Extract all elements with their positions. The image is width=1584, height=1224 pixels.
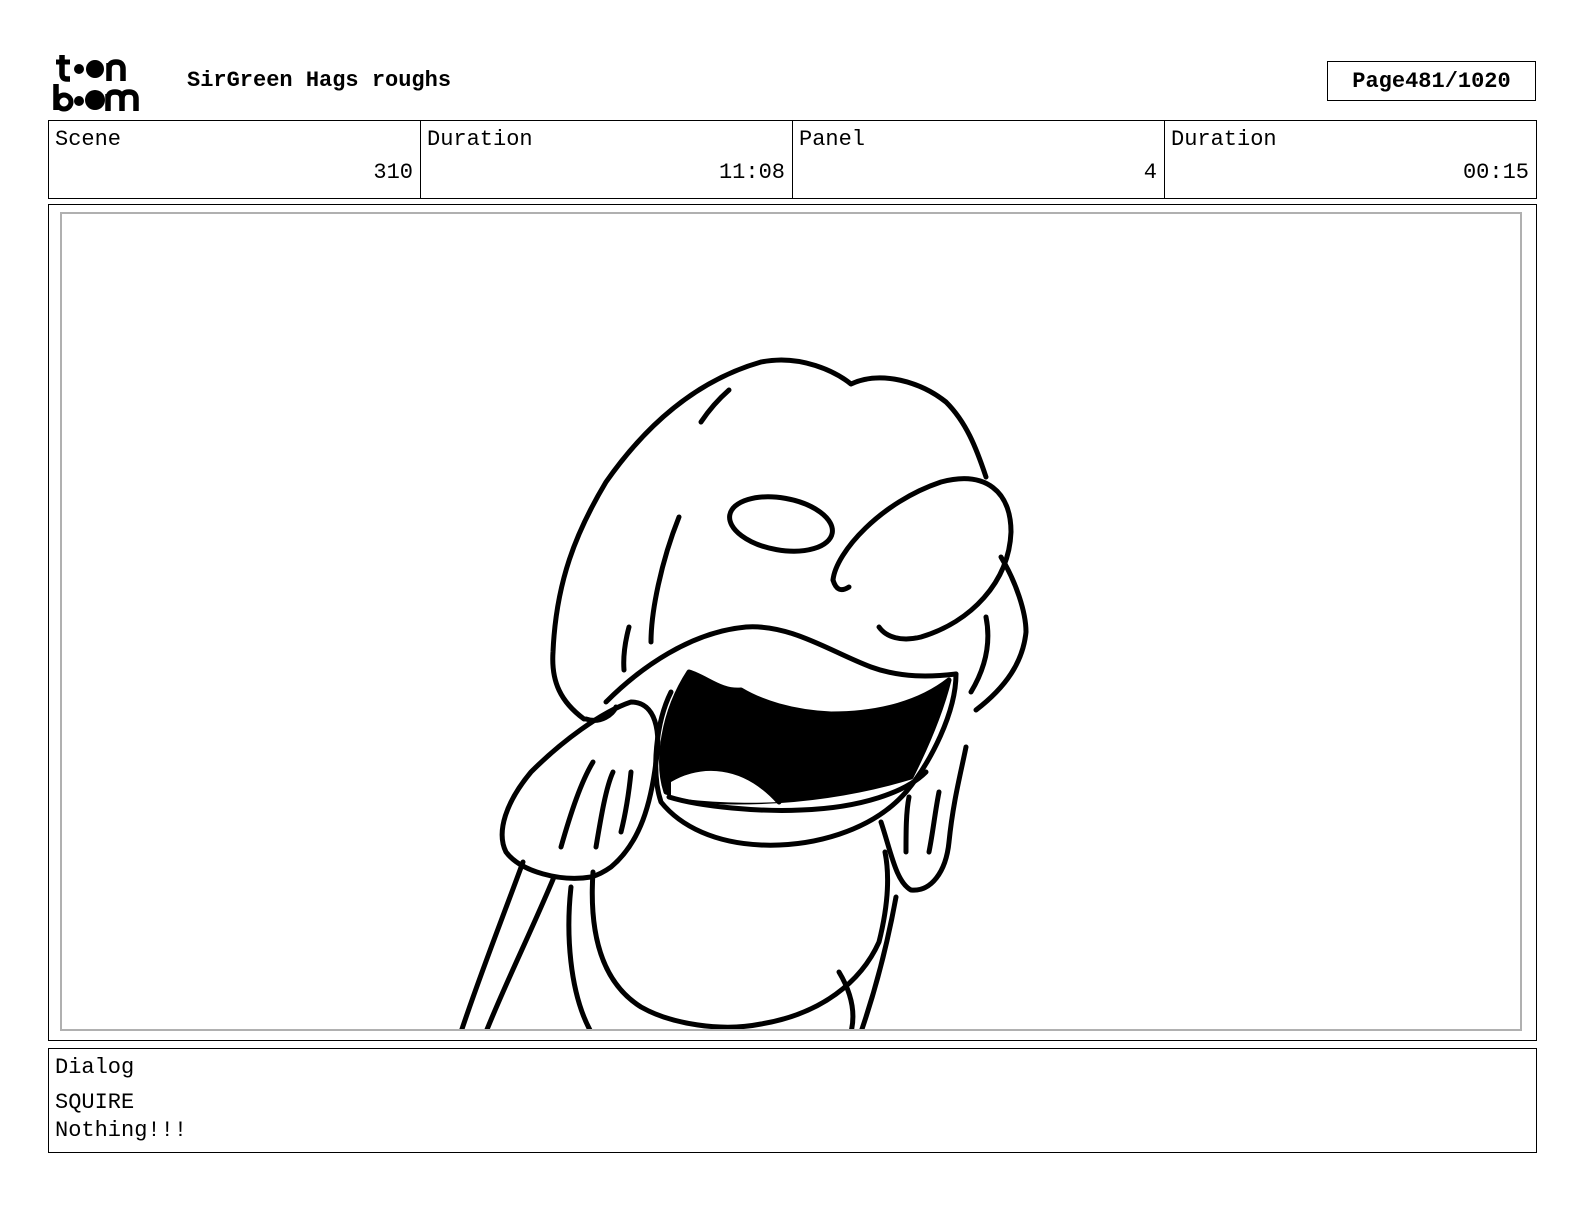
- scene-cell: Scene 310: [49, 121, 420, 198]
- logo-letter-m: [105, 89, 139, 111]
- logo-dot: [86, 60, 104, 78]
- panel-drawing-area: [60, 212, 1522, 1031]
- scene-duration-cell: Duration 11:08: [420, 121, 792, 198]
- page-label: Page: [1352, 68, 1406, 94]
- project-title: SirGreen Hags roughs: [187, 68, 452, 93]
- dialog-label: Dialog: [55, 1055, 135, 1080]
- logo-dot: [74, 64, 84, 74]
- scene-info-table: Scene 310 Duration 11:08 Panel 4 Duratio…: [48, 120, 1537, 199]
- dialog-box: Dialog SQUIRE Nothing!!!: [48, 1048, 1537, 1153]
- page-indicator: Page 481/1020: [1327, 61, 1536, 101]
- page-number: 481/1020: [1405, 68, 1511, 94]
- logo-dot: [74, 96, 84, 106]
- scene-duration-value: 11:08: [718, 160, 785, 185]
- toon-boom-logo: [53, 55, 139, 112]
- logo-letter-n: [106, 59, 126, 81]
- panel-duration-label: Duration: [1171, 127, 1277, 152]
- character-sketch: [459, 357, 1029, 1029]
- dialog-line: Nothing!!!: [55, 1118, 188, 1143]
- dialog-text: SQUIRE Nothing!!!: [55, 1089, 187, 1145]
- logo-dot: [85, 90, 105, 110]
- storyboard-panel: [48, 204, 1537, 1041]
- panel-duration-value: 00:15: [1462, 160, 1529, 185]
- panel-duration-cell: Duration 00:15: [1164, 121, 1536, 198]
- scene-number: 310: [373, 160, 413, 185]
- panel-label: Panel: [799, 127, 866, 152]
- scene-duration-label: Duration: [427, 127, 533, 152]
- panel-number: 4: [1143, 160, 1157, 185]
- scene-label: Scene: [55, 127, 122, 152]
- logo-letter-t: [59, 55, 70, 82]
- dialog-character: SQUIRE: [55, 1090, 135, 1115]
- panel-cell: Panel 4: [792, 121, 1164, 198]
